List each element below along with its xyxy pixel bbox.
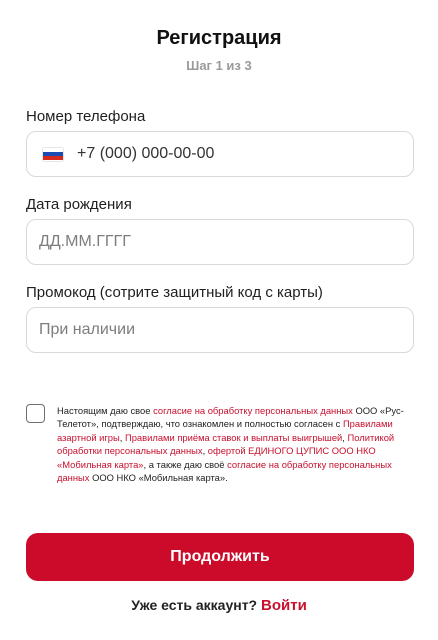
consent-text: Настоящим даю свое согласие на обработку… — [57, 404, 414, 484]
phone-input[interactable]: +7 (000) 000-00-00 — [63, 145, 214, 163]
consent-checkbox[interactable] — [26, 404, 45, 423]
continue-button[interactable]: Продолжить — [26, 533, 414, 581]
birthdate-field[interactable]: ДД.ММ.ГГГГ — [26, 219, 414, 265]
consent-text-part: Настоящим даю свое — [57, 405, 154, 416]
consent-block: Настоящим даю свое согласие на обработку… — [26, 404, 414, 484]
birthdate-input[interactable]: ДД.ММ.ГГГГ — [27, 233, 131, 251]
promo-label: Промокод (сотрите защитный код с карты) — [26, 284, 323, 301]
consent-text-part: , а также даю своё — [143, 458, 228, 470]
betting-rules-link[interactable]: Правилами приёма ставок и выплаты выигры… — [125, 432, 342, 443]
phone-label: Номер телефона — [26, 108, 146, 125]
login-question: Уже есть аккаунт? — [131, 597, 258, 613]
personal-data-consent-link[interactable]: согласие на обработку персональных данны… — [153, 405, 353, 416]
birthdate-label: Дата рождения — [26, 196, 132, 213]
russia-flag-icon — [43, 147, 63, 161]
login-link[interactable]: Войти — [261, 597, 307, 614]
step-indicator: Шаг 1 из 3 — [186, 58, 252, 73]
phone-field[interactable]: +7 (000) 000-00-00 — [26, 131, 414, 177]
promo-field[interactable]: При наличии — [26, 307, 414, 353]
page-title: Регистрация — [156, 27, 282, 49]
login-prompt: Уже есть аккаунт? Войти — [0, 597, 438, 614]
consent-text-part: ООО НКО «Мобильная карта». — [89, 472, 228, 484]
promo-input[interactable]: При наличии — [27, 321, 135, 339]
